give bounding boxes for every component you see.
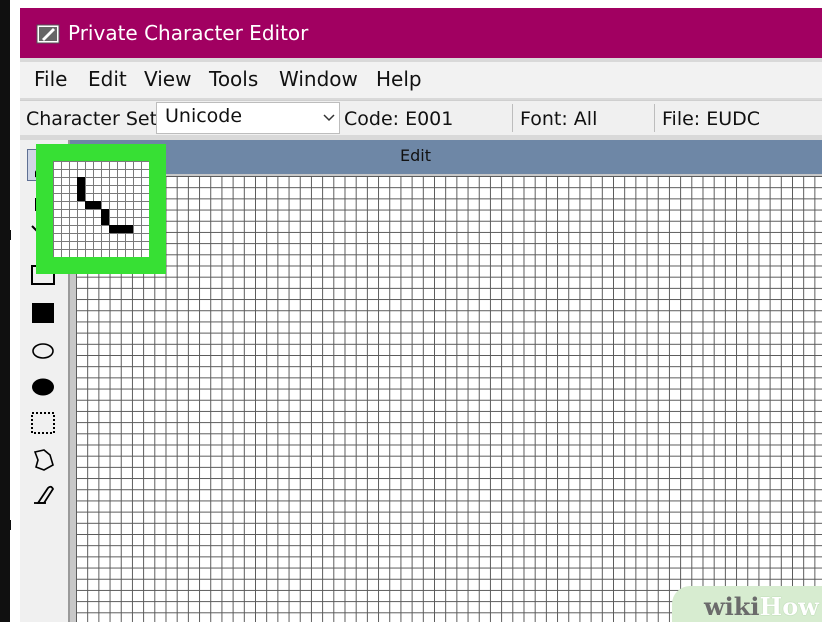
- charset-label: Character Set:: [26, 108, 164, 130]
- preview-pixel: [101, 217, 109, 225]
- character-edit-grid[interactable]: [76, 176, 822, 622]
- preview-pixel: [77, 193, 85, 201]
- menu-edit[interactable]: Edit: [88, 67, 127, 91]
- preview-pixel: [125, 225, 133, 233]
- menu-help[interactable]: Help: [376, 67, 422, 91]
- preview-pixel: [101, 209, 109, 217]
- preview-pixel: [85, 201, 93, 209]
- preview-pixel: [77, 177, 85, 185]
- preview-pixel: [109, 225, 117, 233]
- app-icon: [36, 24, 60, 44]
- preview-canvas: [53, 161, 149, 257]
- edit-panel-header: Edit: [70, 140, 822, 174]
- filled-rectangle-icon[interactable]: [28, 298, 58, 328]
- toolbar: Character Set: Unicode Code: E001 Font: …: [20, 100, 822, 135]
- preview-pixel: [77, 185, 85, 193]
- preview-pixel: [93, 201, 101, 209]
- edit-panel-title: Edit: [400, 146, 431, 165]
- edge-tick: [8, 520, 11, 530]
- code-field: Code: E001: [344, 108, 454, 130]
- watermark-text: wikiHow: [704, 592, 819, 621]
- menu-bar: File Edit View Tools Window Help: [20, 62, 822, 98]
- app-window: Private Character Editor File Edit View …: [20, 8, 822, 622]
- menu-view[interactable]: View: [144, 67, 191, 91]
- filled-ellipse-icon[interactable]: [28, 372, 58, 402]
- toolbar-divider: [512, 104, 513, 132]
- window-title: Private Character Editor: [68, 21, 309, 45]
- preview-pixel: [117, 225, 125, 233]
- menu-tools[interactable]: Tools: [209, 67, 258, 91]
- edit-panel: Edit: [70, 140, 822, 622]
- freeform-selection-icon[interactable]: [28, 445, 58, 475]
- charset-select[interactable]: Unicode: [156, 102, 340, 134]
- chevron-down-icon: [323, 114, 335, 122]
- font-field: Font: All: [520, 108, 598, 130]
- charset-value: Unicode: [165, 105, 243, 127]
- toolbar-divider: [654, 104, 655, 132]
- title-bar[interactable]: Private Character Editor: [20, 8, 822, 58]
- screenshot-frame: Private Character Editor File Edit View …: [0, 0, 822, 622]
- rectangular-selection-icon[interactable]: [28, 408, 58, 438]
- hollow-ellipse-icon[interactable]: [28, 336, 58, 366]
- file-field: File: EUDC: [662, 108, 761, 130]
- wikihow-watermark: wikiHow: [672, 586, 822, 622]
- character-preview: [36, 144, 166, 274]
- edge-tick: [8, 230, 11, 240]
- left-edge-border: [0, 0, 11, 622]
- menu-window[interactable]: Window: [279, 67, 358, 91]
- eraser-icon[interactable]: [28, 480, 58, 510]
- menu-file[interactable]: File: [34, 67, 67, 91]
